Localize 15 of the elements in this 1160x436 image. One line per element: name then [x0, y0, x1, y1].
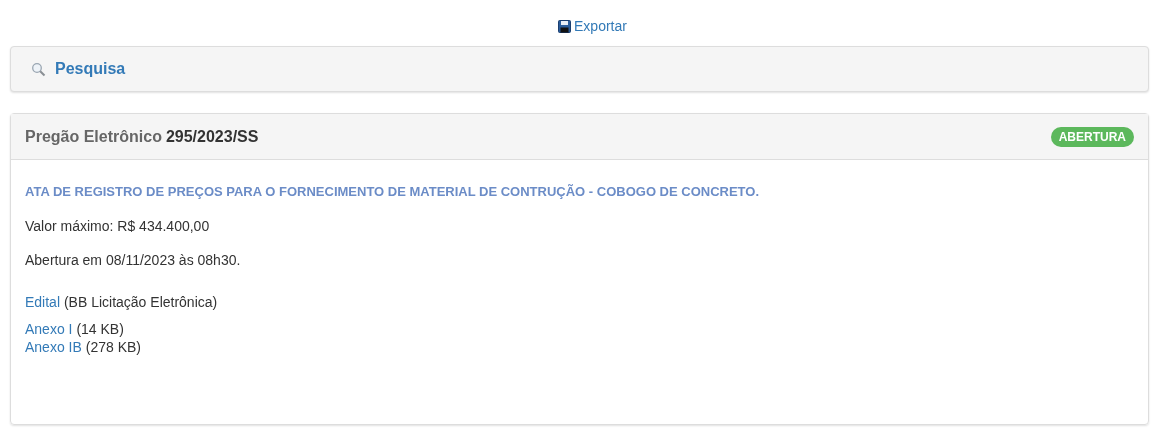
tender-number: 295/2023/SS	[165, 127, 259, 146]
tender-type: Pregão Eletrônico	[25, 127, 162, 146]
attachment-link[interactable]: Anexo I	[25, 321, 73, 337]
search-icon	[31, 61, 46, 77]
file-size: (14 KB)	[76, 321, 124, 337]
file-size: (278 KB)	[85, 339, 141, 355]
search-title[interactable]: Pesquisa	[55, 60, 126, 78]
status-badge: ABERTURA	[1050, 126, 1134, 147]
export-link[interactable]: Exportar	[558, 18, 627, 34]
notice-link[interactable]: Edital	[25, 294, 61, 310]
tender-object: ATA DE REGISTRO DE PREÇOS PARA O FORNECIMENTO DE MATERIAL DE CONTRUÇÃO - COBOGO DE CONCRETO.	[25, 184, 761, 199]
max-value: Valor máximo: R$ 434.400,00	[25, 218, 211, 234]
notice-note: (BB Licitação Eletrônica)	[63, 294, 218, 310]
opening-date: Abertura em 08/11/2023 às 08h30.	[25, 252, 242, 268]
attachment-link[interactable]: Anexo IB	[25, 339, 82, 355]
